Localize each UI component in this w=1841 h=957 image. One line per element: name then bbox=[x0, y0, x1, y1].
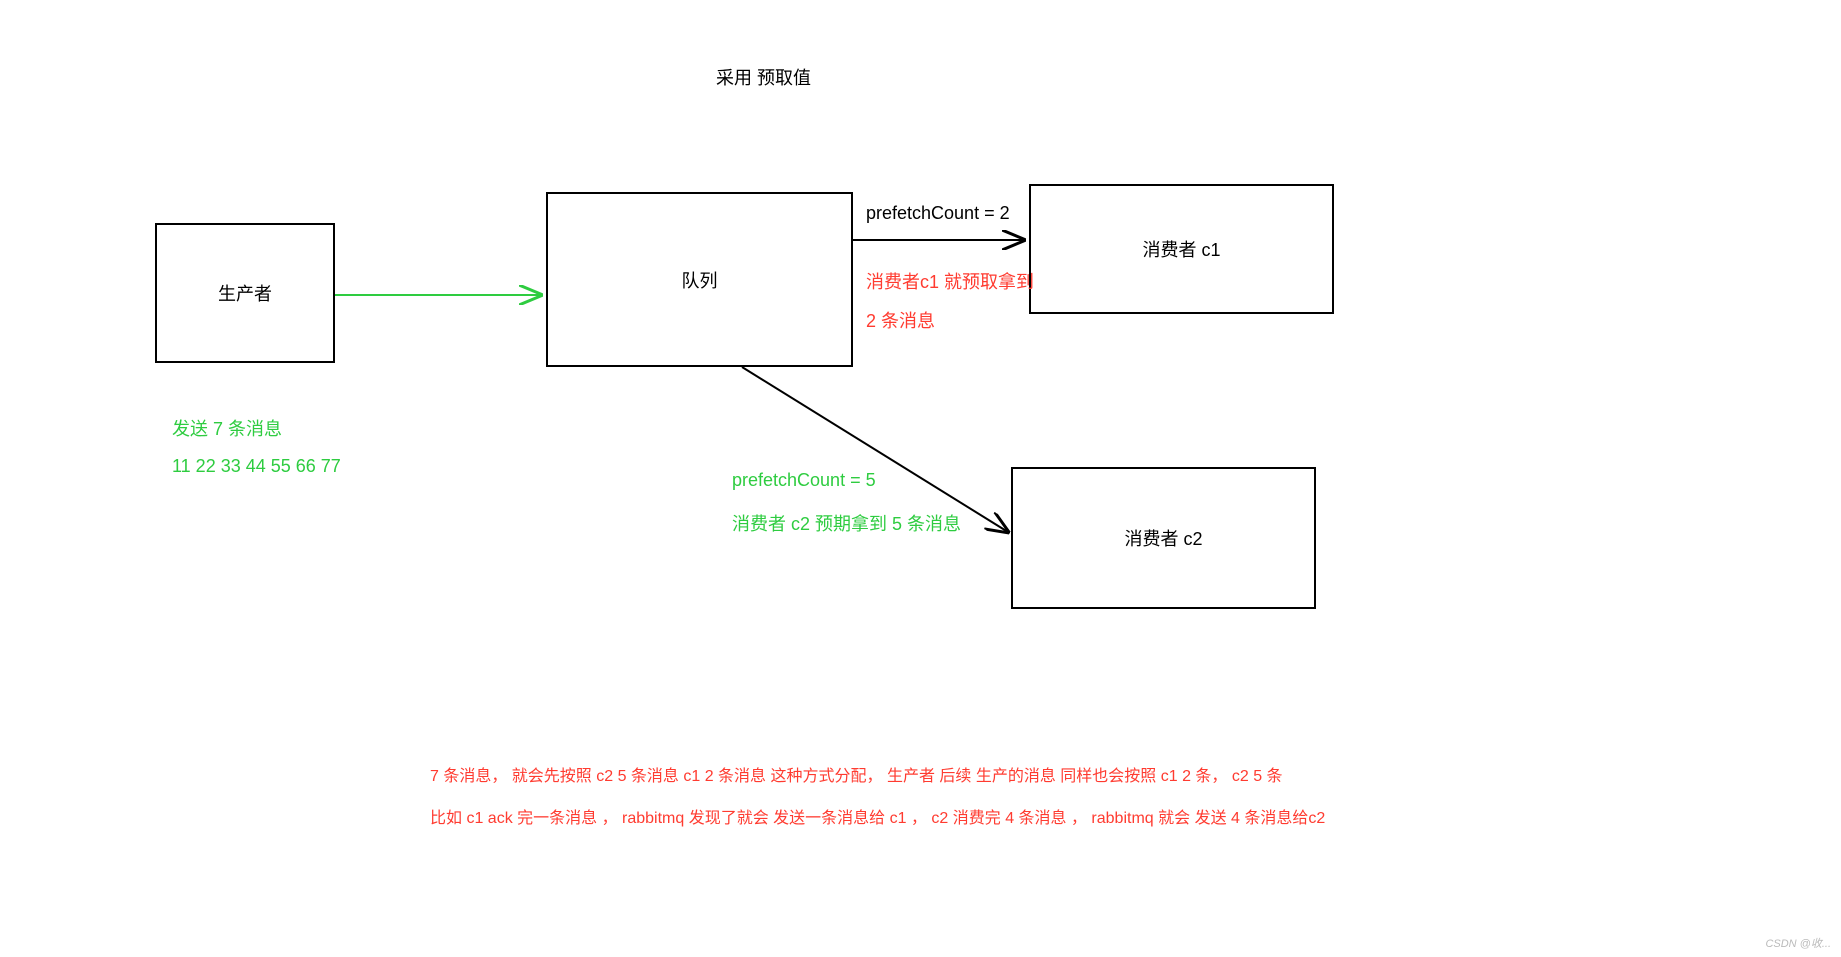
arrow-c1-note-line1: 消费者c1 就预取拿到 bbox=[866, 268, 1034, 294]
diagram-title: 采用 预取值 bbox=[716, 64, 811, 90]
consumer-c1-box: 消费者 c1 bbox=[1029, 184, 1334, 314]
arrow-c1-top-label: prefetchCount = 2 bbox=[866, 203, 1010, 224]
arrow-c2-label-line1: prefetchCount = 5 bbox=[732, 470, 876, 491]
arrow-producer-queue bbox=[335, 285, 546, 305]
consumer-c2-label: 消费者 c2 bbox=[1124, 525, 1202, 551]
watermark: CSDN @收... bbox=[1765, 935, 1831, 951]
arrow-queue-c1 bbox=[853, 225, 1029, 255]
footer-line2: 比如 c1 ack 完一条消息 ， rabbitmq 发现了就会 发送一条消息给… bbox=[430, 807, 1325, 831]
producer-box: 生产者 bbox=[155, 223, 335, 363]
arrow-c2-label-line2: 消费者 c2 预期拿到 5 条消息 bbox=[732, 510, 961, 536]
producer-note-line2: 11 22 33 44 55 66 77 bbox=[172, 456, 341, 477]
queue-label: 队列 bbox=[682, 267, 718, 293]
consumer-c2-box: 消费者 c2 bbox=[1011, 467, 1316, 609]
producer-note-line1: 发送 7 条消息 bbox=[172, 415, 282, 441]
footer-line1: 7 条消息， 就会先按照 c2 5 条消息 c1 2 条消息 这种方式分配， 生… bbox=[430, 765, 1283, 789]
queue-box: 队列 bbox=[546, 192, 853, 367]
consumer-c1-label: 消费者 c1 bbox=[1142, 236, 1220, 262]
producer-label: 生产者 bbox=[218, 280, 272, 306]
arrow-c1-note-line2: 2 条消息 bbox=[866, 307, 935, 333]
